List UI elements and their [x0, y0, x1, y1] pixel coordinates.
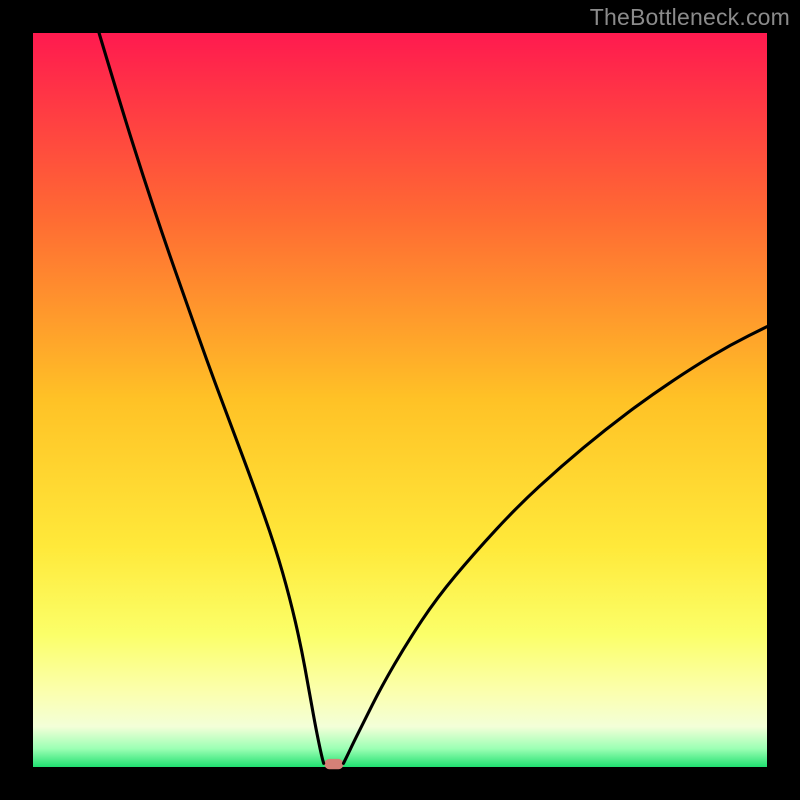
chart-frame: TheBottleneck.com [0, 0, 800, 800]
optimum-marker [324, 759, 343, 769]
watermark-label: TheBottleneck.com [590, 4, 790, 31]
bottleneck-chart [0, 0, 800, 800]
